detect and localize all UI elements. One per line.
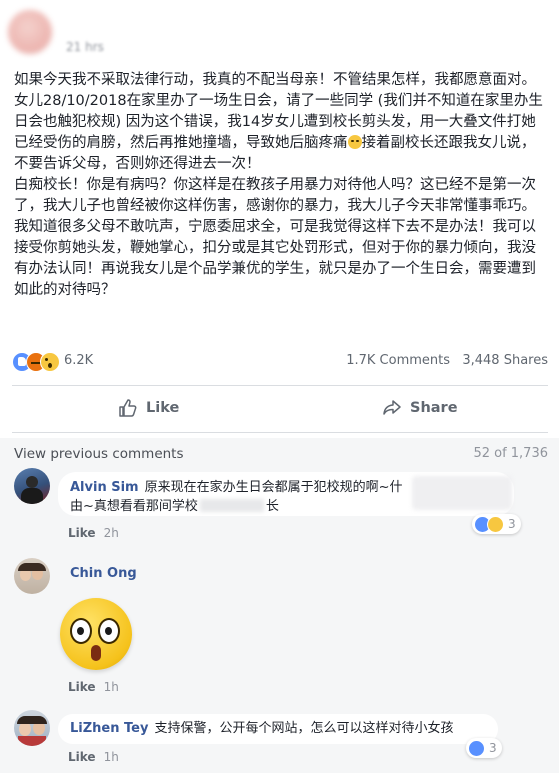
like-label: Like [146, 400, 180, 416]
comment-like-link[interactable]: Like [68, 526, 96, 540]
blurred-text [199, 499, 264, 512]
reaction-count[interactable]: 6.2K [64, 353, 93, 368]
comment-text: 原来现在在家办生日会都属于犯校规的啊~什 [144, 480, 403, 495]
sad-emoji-icon [347, 135, 362, 149]
sticker-eye-right [98, 618, 120, 644]
post-paragraph-4: 我知道很多父母不敢吭声，宁愿委屈求全，可是我觉得这样下去不是办法！我可以接受你剪… [14, 219, 536, 298]
divider [12, 432, 548, 433]
share-label: Share [410, 400, 458, 416]
comment-text-2-tail: 长 [265, 499, 279, 514]
action-row: Like Share [0, 388, 559, 432]
comment-time[interactable]: 1h [104, 680, 119, 694]
blur-patch [412, 476, 512, 510]
comment-text-2: 由~真想看看那间学校 [70, 499, 198, 514]
surprised-sticker-icon [60, 598, 132, 670]
avatar-face [19, 722, 31, 736]
comment-meta: Like 1h [68, 680, 119, 694]
comment-bubble: LiZhen Tey 支持保警，公开每个网站，怎么可以这样对待小女孩 [58, 714, 498, 744]
comment-reactions[interactable]: 3 [466, 738, 502, 758]
avatar-hair [17, 716, 47, 724]
comment-meta: Like 1h [68, 750, 119, 764]
comment-time[interactable]: 2h [104, 526, 119, 540]
avatar-hair [18, 563, 46, 571]
comment-reactions[interactable]: 3 [472, 514, 521, 534]
post-paragraph-2: 女儿28/10/2018在家里办了一场生日会，请了一些同学 (我们并不知道在家里… [14, 91, 548, 175]
comments-count[interactable]: 1.7K Comments [346, 353, 450, 368]
divider [12, 385, 548, 386]
comment-like-link[interactable]: Like [68, 750, 96, 764]
post-time[interactable]: 21 hrs [66, 40, 104, 54]
comments-area: View previous comments 52 of 1,736 Alvin… [0, 438, 559, 773]
share-arrow-icon [383, 400, 401, 415]
comment-author[interactable]: LiZhen Tey [70, 721, 148, 736]
comments-page-count: 52 of 1,736 [473, 446, 548, 461]
sticker-eye-left [70, 618, 92, 644]
like-outline-icon [119, 399, 137, 417]
comment-text: 支持保警，公开每个网站，怎么可以这样对待小女孩 [154, 721, 454, 736]
comment-avatar[interactable] [14, 468, 50, 504]
comment-time[interactable]: 1h [104, 750, 119, 764]
like-button[interactable]: Like [118, 398, 179, 418]
post-text: 如果今天我不采取法律行动，我真的不配当母亲！不管结果怎样，我都愿意面对。 女儿2… [14, 70, 548, 301]
poster-avatar[interactable] [8, 10, 52, 54]
avatar-body [21, 488, 43, 504]
wow-reaction-icon[interactable] [40, 352, 60, 372]
share-button[interactable]: Share [382, 398, 458, 418]
sticker-mouth [91, 645, 101, 661]
comment-like-link[interactable]: Like [68, 680, 96, 694]
reactions-bar: 6.2K 1.7K Comments 3,448 Shares [12, 348, 548, 378]
comment-reaction-count: 3 [508, 517, 516, 531]
comment-avatar[interactable] [14, 710, 50, 746]
comment-meta: Like 2h [68, 526, 119, 540]
laugh-reaction-icon [487, 515, 504, 533]
shares-count[interactable]: 3,448 Shares [462, 353, 548, 368]
post-paragraph-1: 如果今天我不采取法律行动，我真的不配当母亲！不管结果怎样，我都愿意面对。 [14, 72, 536, 88]
comment-author[interactable]: Chin Ong [70, 566, 137, 581]
avatar-shirt [18, 736, 46, 746]
comment-author[interactable]: Alvin Sim [70, 480, 139, 495]
like-reaction-icon [468, 739, 485, 757]
avatar-figure [26, 476, 38, 488]
comment-avatar[interactable] [14, 558, 50, 594]
comment-reaction-count: 3 [489, 741, 497, 755]
view-previous-comments[interactable]: View previous comments [14, 446, 184, 462]
post-header: 21 hrs [0, 0, 559, 60]
post-paragraph-3: 白痴校长！你是有病吗？你这样是在教孩子用暴力对待他人吗？这已经不是第一次了，我大… [14, 177, 536, 214]
